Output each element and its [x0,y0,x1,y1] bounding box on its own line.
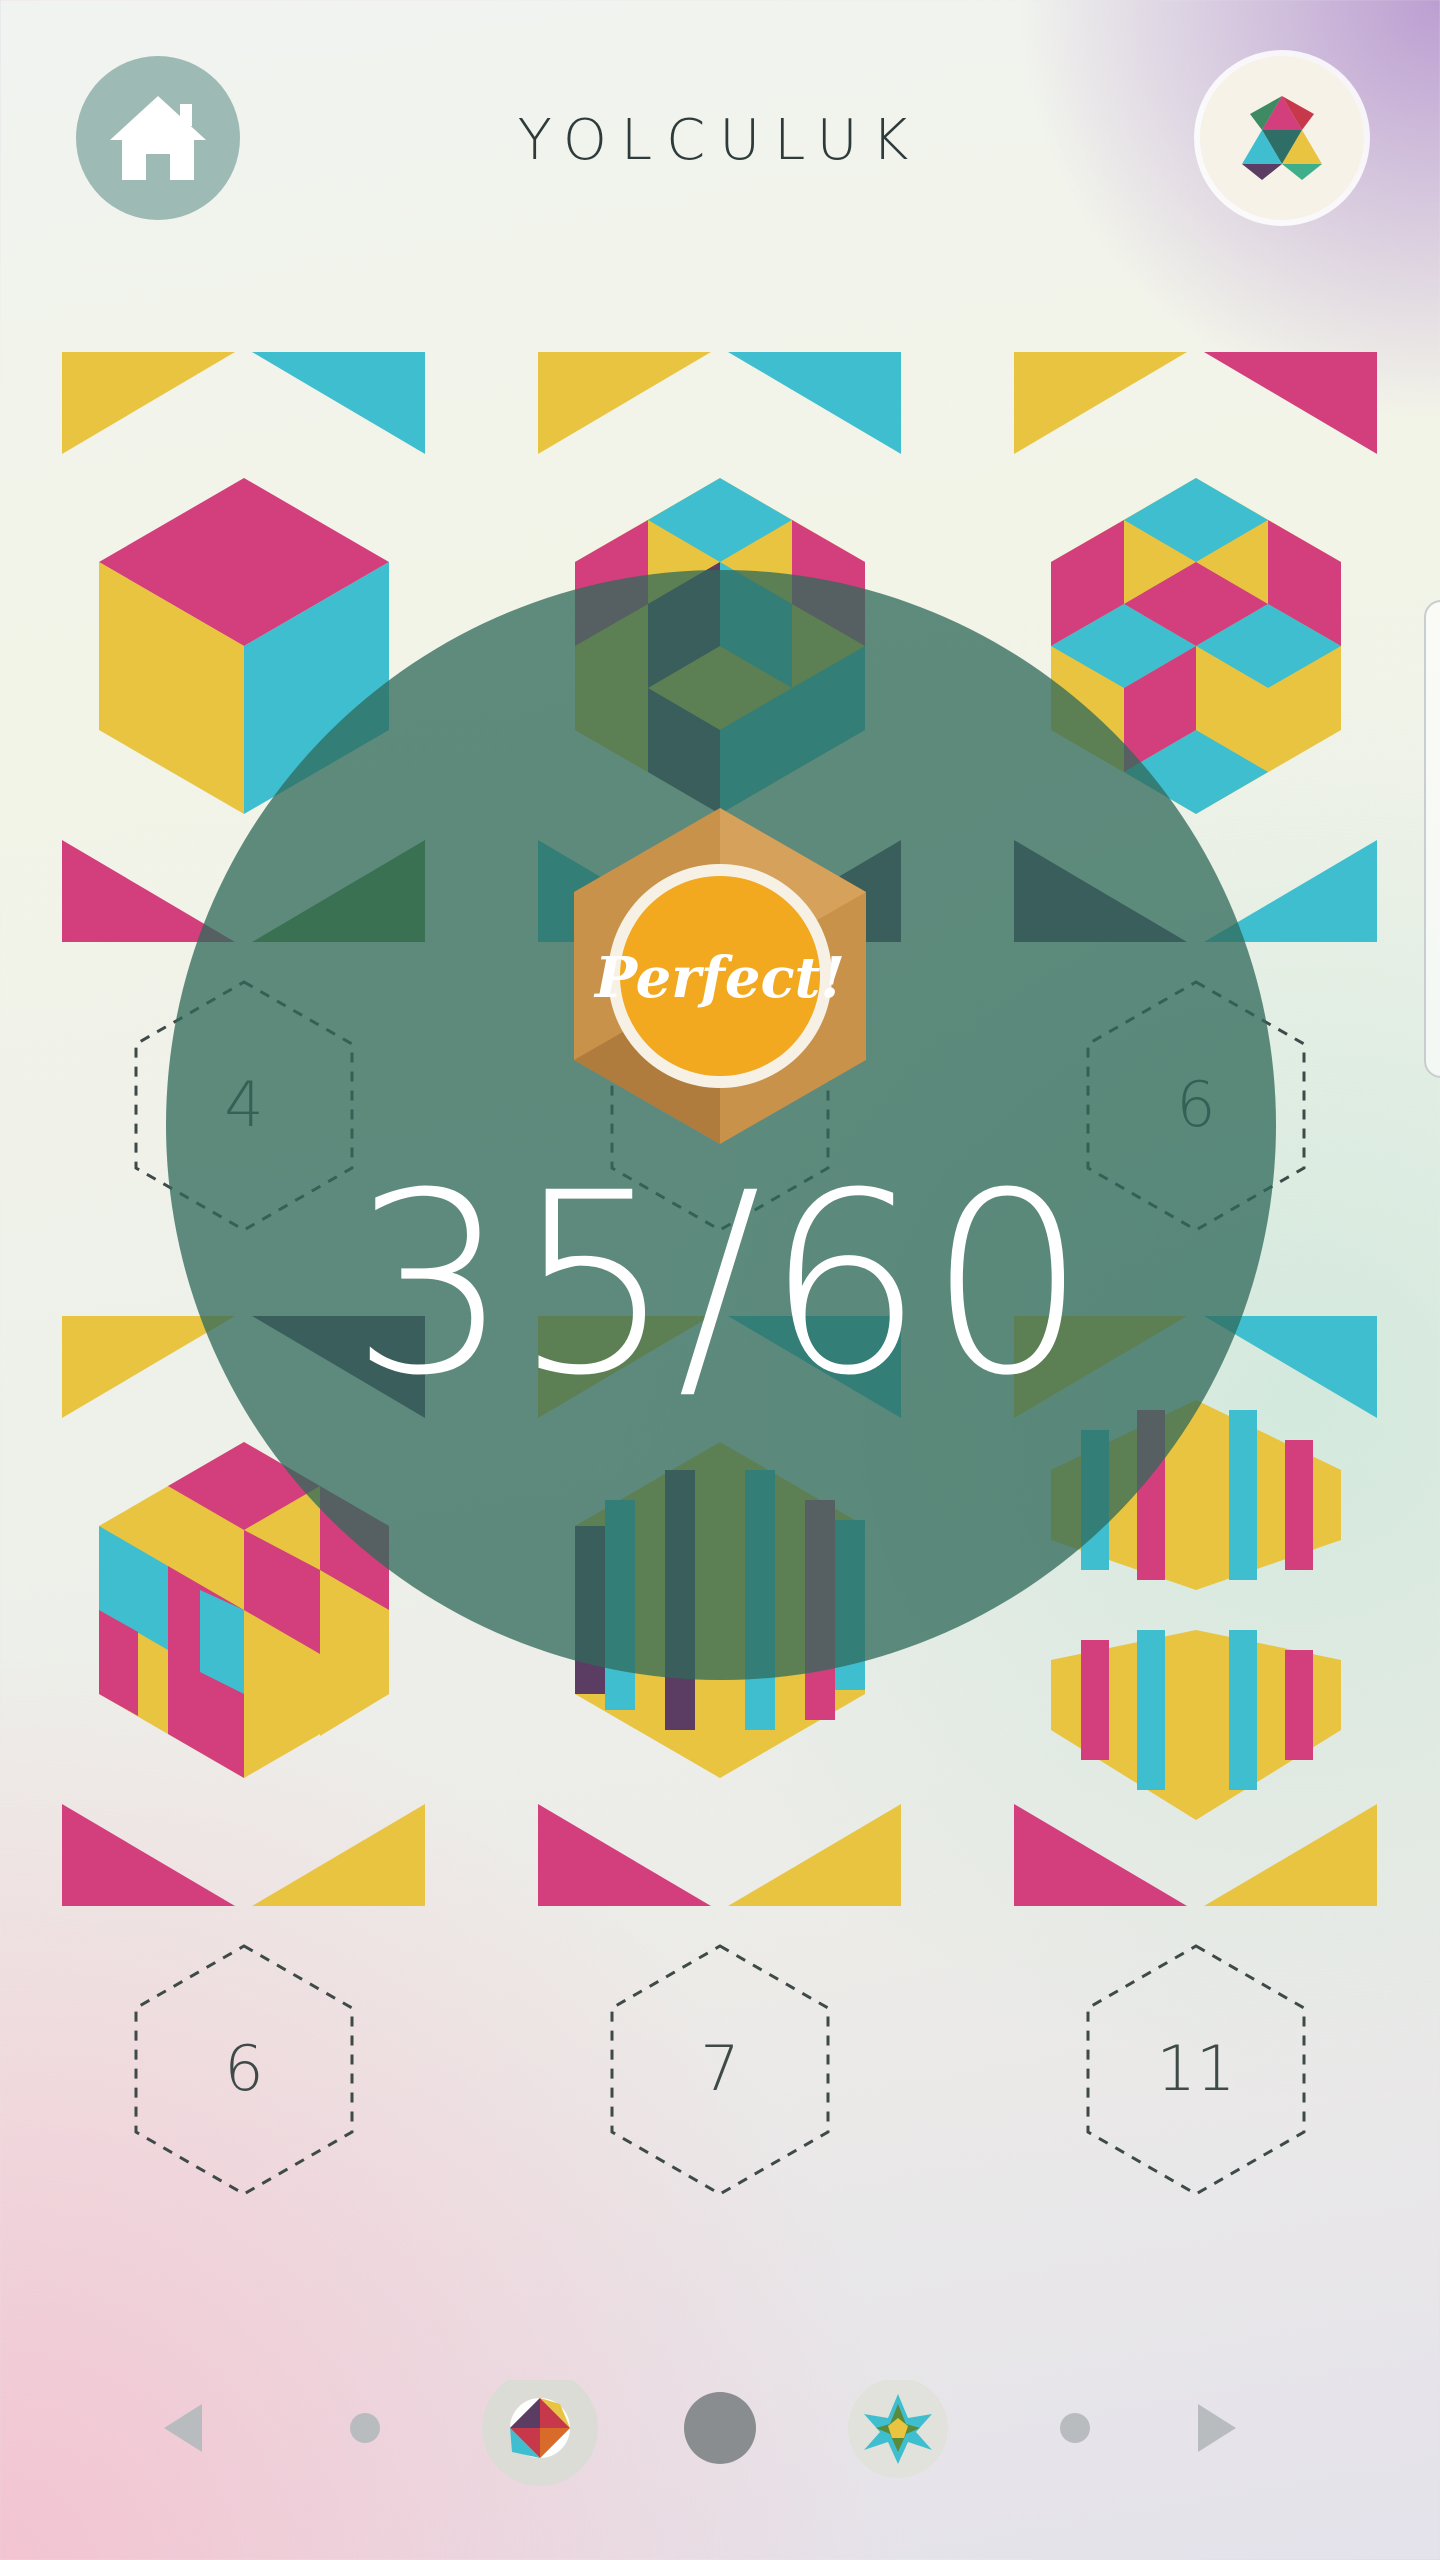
locked-level-10-label: 6 [224,2032,264,2105]
locked-level-11-label: 7 [700,2032,740,2105]
arrow-left-icon[interactable] [164,2404,202,2452]
arrow-right-icon[interactable] [1198,2404,1236,2452]
pager-dot-5[interactable] [1060,2413,1090,2443]
pager-dot-current[interactable] [684,2392,756,2464]
medal-text: Perfect! [594,945,845,1011]
world-icon[interactable] [482,2380,598,2486]
world-pager [140,2380,1300,2490]
star-world-icon[interactable] [848,2380,948,2478]
locked-level-12-label: 11 [1156,2032,1236,2105]
pager-dot-1[interactable] [350,2413,380,2443]
score-text: 35/60 [350,1139,1092,1430]
